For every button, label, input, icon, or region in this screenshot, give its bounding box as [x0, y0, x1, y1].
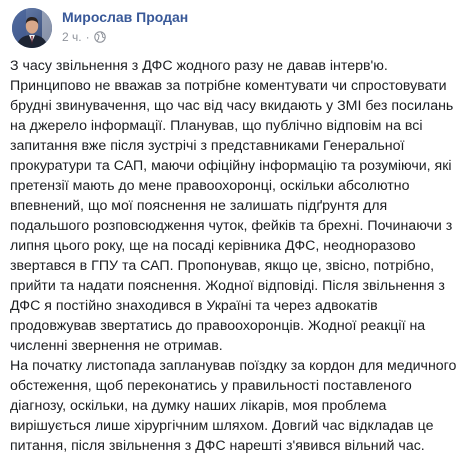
avatar-image: [12, 8, 52, 48]
author-name[interactable]: Мирослав Продан: [62, 9, 188, 25]
post-paragraph: На початку листопада запланував поїздку …: [10, 358, 457, 454]
post-paragraph: З часу звільнення з ДФС жодного разу не …: [10, 58, 454, 354]
post-header: Мирослав Продан 2 ч. ·: [12, 8, 461, 48]
post-meta: 2 ч. ·: [62, 30, 106, 44]
author-avatar[interactable]: [12, 8, 52, 48]
post-timestamp[interactable]: 2 ч.: [62, 30, 82, 44]
globe-icon[interactable]: [93, 31, 106, 43]
post-body: З часу звільнення з ДФС жодного разу не …: [10, 56, 463, 456]
meta-separator: ·: [85, 30, 90, 44]
